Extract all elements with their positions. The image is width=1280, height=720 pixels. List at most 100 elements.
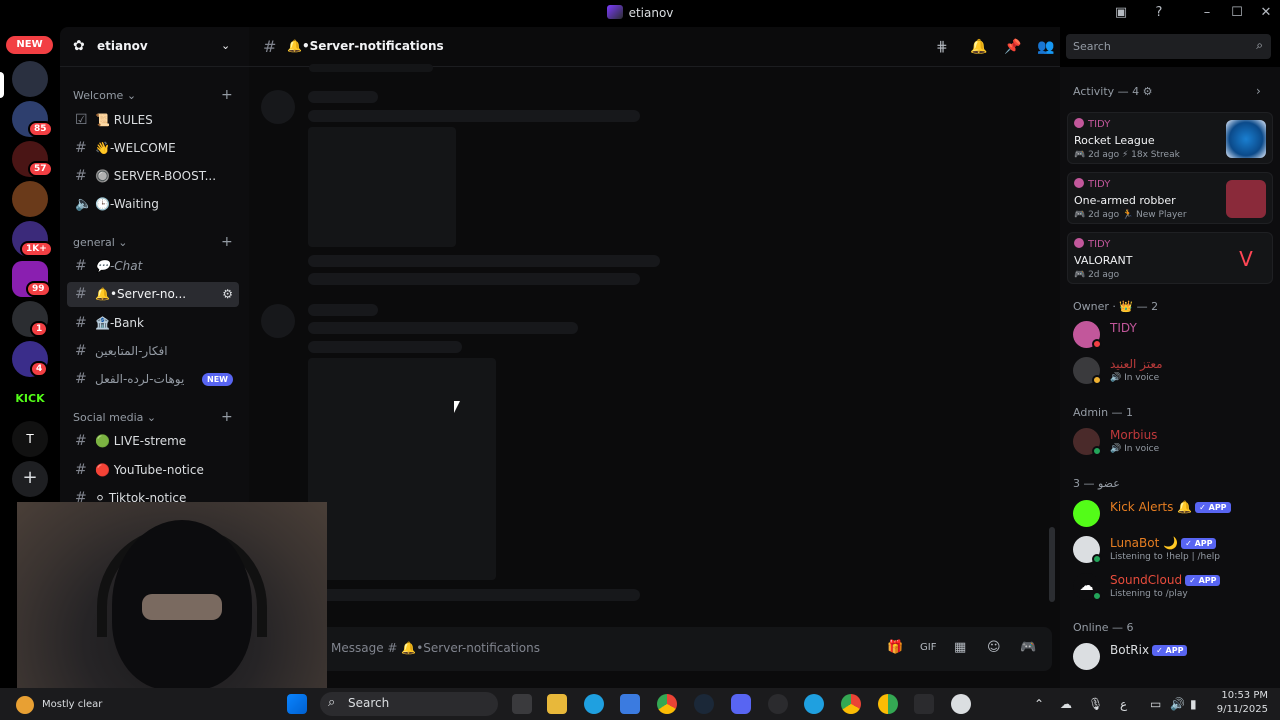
channel-label: 🔔•Server-no... xyxy=(95,287,187,301)
channel-chat[interactable]: # 💬-Chat xyxy=(67,254,239,279)
category-label: Social media xyxy=(73,411,144,424)
search-input[interactable]: Search ⌕ xyxy=(1066,34,1271,59)
member-list-icon[interactable]: 👥 xyxy=(1037,39,1054,55)
app-icon[interactable] xyxy=(951,694,971,714)
maximize-button[interactable]: ☐ xyxy=(1228,5,1246,21)
face-eyes xyxy=(142,594,222,620)
microphone-icon[interactable]: 🎙 xyxy=(1088,697,1103,711)
unread-badge: 4 xyxy=(30,361,49,377)
channel-welcome[interactable]: # 👋-WELCOME xyxy=(67,136,239,161)
bell-icon[interactable]: 🔔 xyxy=(970,39,987,55)
network-icon[interactable]: ▭ xyxy=(1150,697,1161,711)
weather-moon-icon[interactable] xyxy=(16,696,34,714)
gift-icon[interactable]: 🎁 xyxy=(887,640,903,655)
activity-meta: 🎮 2d ago 🏃 New Player xyxy=(1074,210,1187,220)
activity-card[interactable]: TIDY Rocket League 🎮 2d ago ⚡ 18x Streak xyxy=(1067,112,1273,164)
minimize-button[interactable]: – xyxy=(1198,5,1216,21)
volume-icon[interactable]: 🔊 xyxy=(1170,697,1185,711)
activity-user-name: TIDY xyxy=(1088,119,1111,130)
title-bar: etianov ▣ ? – ☐ ✕ xyxy=(0,0,1280,27)
member-item[interactable]: TIDY xyxy=(1073,319,1273,351)
store-icon[interactable] xyxy=(620,694,640,714)
steam-icon[interactable] xyxy=(694,694,714,714)
activities-icon[interactable]: 🎮 xyxy=(1020,640,1036,655)
category-social-media[interactable]: Social media ⌄ xyxy=(73,411,156,424)
weather-text[interactable]: Mostly clear xyxy=(42,699,102,710)
channel-server-boost[interactable]: # 🔘 SERVER-BOOST... xyxy=(67,164,239,189)
member-item[interactable]: Kick Alerts 🔔 ✓ APP xyxy=(1073,498,1273,530)
onedrive-icon[interactable]: ☁ xyxy=(1060,697,1072,711)
channel-settings-icon[interactable]: ⚙ xyxy=(222,282,233,307)
chrome-profile-2-icon[interactable] xyxy=(878,694,898,714)
channel-reaction-videos[interactable]: # يوهات-لرده-الفعل NEW xyxy=(67,367,239,392)
channel-server-notifications[interactable]: # 🔔•Server-no... ⚙ xyxy=(67,282,239,307)
discord-icon[interactable] xyxy=(731,694,751,714)
activity-user: TIDY xyxy=(1074,178,1110,190)
close-button[interactable]: ✕ xyxy=(1257,5,1275,21)
member-item[interactable]: Morbius 🔊 In voice xyxy=(1073,426,1273,458)
sticker-icon[interactable]: ▦ xyxy=(954,640,966,655)
emoji-icon[interactable]: ☺ xyxy=(987,640,1001,655)
new-channel-badge: NEW xyxy=(202,373,233,386)
channel-live[interactable]: # 🟢 LIVE-streme xyxy=(67,429,239,454)
chevron-up-icon[interactable]: ⌃ xyxy=(1034,697,1044,711)
category-general[interactable]: general ⌄ xyxy=(73,236,128,249)
avatar xyxy=(1073,643,1100,670)
member-status-text: 🔊 In voice xyxy=(1110,373,1160,383)
activity-card[interactable]: TIDY One-armed robber 🎮 2d ago 🏃 New Pla… xyxy=(1067,172,1273,224)
server-icon-kick[interactable]: KICK xyxy=(12,381,48,417)
taskbar-search-label: Search xyxy=(348,696,390,710)
chrome-icon[interactable] xyxy=(657,694,677,714)
online-heading: Online — 6 xyxy=(1073,621,1134,634)
unread-badge: 57 xyxy=(28,161,53,177)
start-icon[interactable] xyxy=(287,694,307,714)
server-icon-t[interactable]: T xyxy=(12,421,48,457)
add-server-icon[interactable]: + xyxy=(12,461,48,497)
gif-icon[interactable]: GIF xyxy=(920,642,936,653)
threads-icon[interactable]: ⋕ xyxy=(936,39,948,55)
chevron-right-icon[interactable]: › xyxy=(1256,84,1261,98)
channel-waiting[interactable]: 🔈 🕒-Waiting xyxy=(67,192,239,217)
add-channel-icon[interactable]: + xyxy=(221,87,233,103)
member-item[interactable]: ☁ SoundCloud ✓ APP Listening to /play xyxy=(1073,571,1273,603)
channel-bank[interactable]: # 🏦-Bank xyxy=(67,311,239,336)
channel-youtube[interactable]: # 🔴 YouTube-notice xyxy=(67,458,239,483)
member-item[interactable]: BotRix ✓ APP xyxy=(1073,641,1273,673)
activity-card[interactable]: TIDY VALORANT 🎮 2d ago V xyxy=(1067,232,1273,284)
skeleton-avatar xyxy=(261,304,295,338)
new-badge[interactable]: NEW xyxy=(6,36,53,54)
inbox-icon[interactable]: ▣ xyxy=(1112,5,1130,21)
add-channel-icon[interactable]: + xyxy=(221,234,233,250)
hash-icon: # xyxy=(75,371,87,387)
chrome-profile-icon[interactable] xyxy=(841,694,861,714)
epic-games-icon[interactable] xyxy=(914,694,934,714)
channel-label: 📜 RULES xyxy=(95,113,153,127)
member-item[interactable]: معتز العنيد 🔊 In voice xyxy=(1073,355,1273,387)
category-welcome[interactable]: Welcome ⌄ xyxy=(73,89,136,102)
pin-icon[interactable]: 📌 xyxy=(1004,39,1021,55)
server-icon-4[interactable] xyxy=(12,181,48,217)
member-item[interactable]: LunaBot 🌙 ✓ APP Listening to !help | /hel… xyxy=(1073,534,1273,566)
edge-icon[interactable] xyxy=(584,694,604,714)
help-icon[interactable]: ? xyxy=(1150,5,1168,21)
activity-user: TIDY xyxy=(1074,238,1110,250)
clock[interactable]: 10:53 PM 9/11/2025 xyxy=(1212,689,1268,717)
app-tag: ✓ APP xyxy=(1181,538,1217,549)
unread-badge: 99 xyxy=(26,281,51,297)
server-header[interactable]: ✿ etianov ⌄ xyxy=(60,27,249,67)
message-input[interactable]: Message # 🔔•Server-notifications 🎁 GIF ▦… xyxy=(259,627,1052,671)
add-channel-icon[interactable]: + xyxy=(221,409,233,425)
taskbar-search[interactable]: ⌕ Search xyxy=(320,692,498,716)
task-view-icon[interactable] xyxy=(512,694,532,714)
skeleton-line xyxy=(308,273,640,285)
battery-icon[interactable]: ▮ xyxy=(1190,697,1197,711)
scrollbar[interactable] xyxy=(1049,527,1055,602)
window-title: etianov xyxy=(0,5,1280,20)
server-icon-etianov[interactable] xyxy=(12,61,48,97)
obs-icon[interactable] xyxy=(768,694,788,714)
file-explorer-icon[interactable] xyxy=(547,694,567,714)
language-indicator[interactable]: ع xyxy=(1120,697,1127,711)
browser-icon[interactable] xyxy=(804,694,824,714)
channel-rules[interactable]: ☑ 📜 RULES xyxy=(67,108,239,133)
channel-followers-ideas[interactable]: # افكار-المتابعين xyxy=(67,339,239,364)
